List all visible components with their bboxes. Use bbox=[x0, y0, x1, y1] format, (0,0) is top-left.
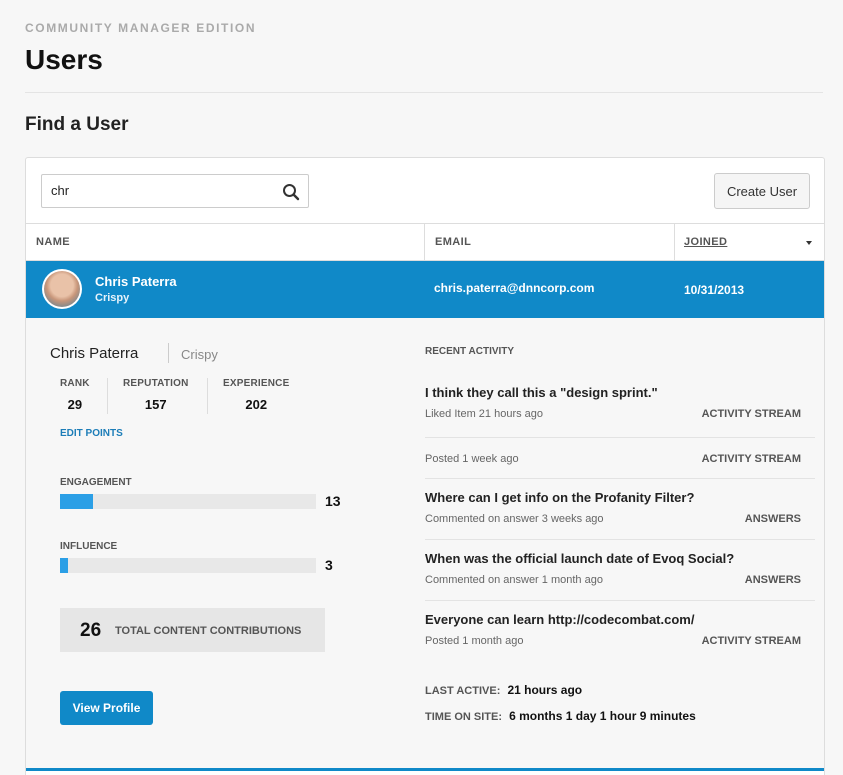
create-user-button[interactable]: Create User bbox=[714, 173, 810, 209]
activity-meta: Commented on answer 1 month ago bbox=[425, 574, 603, 586]
activity-meta: Posted 1 week ago bbox=[425, 453, 519, 465]
row-user-joined: 10/31/2013 bbox=[684, 283, 745, 297]
row-bottom-accent bbox=[26, 768, 824, 771]
page-title: Users bbox=[25, 44, 103, 75]
last-active-value: 21 hours ago bbox=[507, 683, 583, 697]
edition-label: COMMUNITY MANAGER EDITION bbox=[25, 21, 257, 35]
contributions-box: 26 TOTAL CONTENT CONTRIBUTIONS bbox=[60, 608, 325, 652]
row-user-handle: Crispy bbox=[95, 292, 130, 304]
influence-meter-fill bbox=[60, 558, 68, 573]
row-user-email: chris.paterra@dnncorp.com bbox=[434, 281, 595, 295]
activity-meta: Liked Item 21 hours ago bbox=[425, 408, 544, 420]
table-header: NAME EMAIL JOINED bbox=[26, 223, 824, 261]
activity-title[interactable]: Where can I get info on the Profanity Fi… bbox=[425, 490, 815, 505]
last-active: LAST ACTIVE: 21 hours ago bbox=[425, 683, 582, 697]
contributions-label: TOTAL CONTENT CONTRIBUTIONS bbox=[115, 625, 302, 637]
find-user-panel: Create User NAME EMAIL JOINED Chris Pate… bbox=[25, 157, 825, 775]
activity-divider bbox=[425, 478, 815, 479]
time-on-site-label: TIME ON SITE: bbox=[425, 711, 502, 723]
influence-label: INFLUENCE bbox=[60, 541, 118, 552]
detail-user-name: Chris Paterra bbox=[50, 345, 139, 362]
influence-value: 3 bbox=[325, 557, 333, 573]
stat-label: EXPERIENCE bbox=[223, 378, 290, 389]
column-header-email[interactable]: EMAIL bbox=[435, 224, 471, 261]
activity-meta: Commented on answer 3 weeks ago bbox=[425, 513, 604, 525]
search-input[interactable] bbox=[51, 183, 271, 198]
activity-meta: Posted 1 month ago bbox=[425, 635, 524, 647]
activity-title[interactable]: I think they call this a "design sprint.… bbox=[425, 385, 815, 400]
last-active-label: LAST ACTIVE: bbox=[425, 685, 501, 697]
stat-label: REPUTATION bbox=[123, 378, 189, 389]
table-row[interactable]: Chris Paterra Crispy chris.paterra@dnnco… bbox=[26, 261, 824, 318]
list-item[interactable]: Where can I get info on the Profanity Fi… bbox=[425, 490, 815, 525]
time-on-site-value: 6 months 1 day 1 hour 9 minutes bbox=[509, 709, 696, 723]
stat-experience: EXPERIENCE 202 bbox=[223, 378, 289, 412]
row-user-name[interactable]: Chris Paterra bbox=[95, 274, 177, 289]
activity-source: ANSWERS bbox=[744, 574, 801, 586]
activity-divider bbox=[425, 539, 815, 540]
view-profile-button[interactable]: View Profile bbox=[60, 691, 153, 725]
time-on-site: TIME ON SITE: 6 months 1 day 1 hour 9 mi… bbox=[425, 709, 696, 723]
stat-label: RANK bbox=[60, 378, 90, 389]
search-box[interactable] bbox=[41, 174, 309, 208]
title-divider bbox=[25, 92, 823, 93]
search-icon[interactable] bbox=[282, 183, 300, 201]
edit-points-link[interactable]: EDIT POINTS bbox=[60, 428, 123, 439]
column-divider bbox=[674, 224, 675, 261]
stat-value: 29 bbox=[67, 397, 83, 412]
user-details-pane: Chris Paterra Crispy RANK 29 REPUTATION … bbox=[26, 318, 824, 768]
stat-rank: RANK 29 bbox=[60, 378, 90, 412]
stat-divider bbox=[107, 378, 108, 414]
column-header-name[interactable]: NAME bbox=[36, 224, 70, 261]
section-title: Find a User bbox=[25, 114, 129, 135]
activity-title[interactable]: When was the official launch date of Evo… bbox=[425, 551, 815, 566]
stat-reputation: REPUTATION 157 bbox=[123, 378, 189, 412]
activity-title[interactable]: Everyone can learn http://codecombat.com… bbox=[425, 612, 815, 627]
activity-divider bbox=[425, 600, 815, 601]
activity-source: ACTIVITY STREAM bbox=[701, 635, 801, 647]
engagement-label: ENGAGEMENT bbox=[60, 477, 132, 488]
recent-activity-heading: RECENT ACTIVITY bbox=[425, 346, 515, 357]
avatar bbox=[42, 269, 82, 309]
engagement-meter bbox=[60, 494, 316, 509]
sort-caret-down-icon[interactable] bbox=[806, 241, 812, 245]
contributions-count: 26 bbox=[80, 620, 102, 641]
activity-divider bbox=[425, 437, 815, 438]
stat-value: 202 bbox=[245, 397, 268, 412]
list-item[interactable]: When was the official launch date of Evo… bbox=[425, 551, 815, 586]
activity-source: ACTIVITY STREAM bbox=[701, 453, 801, 465]
stat-value: 157 bbox=[144, 397, 167, 412]
stat-divider bbox=[207, 378, 208, 414]
influence-meter bbox=[60, 558, 316, 573]
column-header-joined[interactable]: JOINED bbox=[684, 224, 727, 261]
list-item[interactable]: I think they call this a "design sprint.… bbox=[425, 385, 815, 420]
list-item[interactable]: Everyone can learn http://codecombat.com… bbox=[425, 612, 815, 647]
engagement-value: 13 bbox=[325, 493, 341, 509]
activity-source: ANSWERS bbox=[744, 513, 801, 525]
detail-user-handle: Crispy bbox=[181, 347, 218, 362]
column-divider bbox=[424, 224, 425, 261]
name-separator bbox=[168, 343, 169, 363]
engagement-meter-fill bbox=[60, 494, 94, 509]
user-photo bbox=[44, 271, 80, 307]
activity-source: ACTIVITY STREAM bbox=[701, 408, 801, 420]
